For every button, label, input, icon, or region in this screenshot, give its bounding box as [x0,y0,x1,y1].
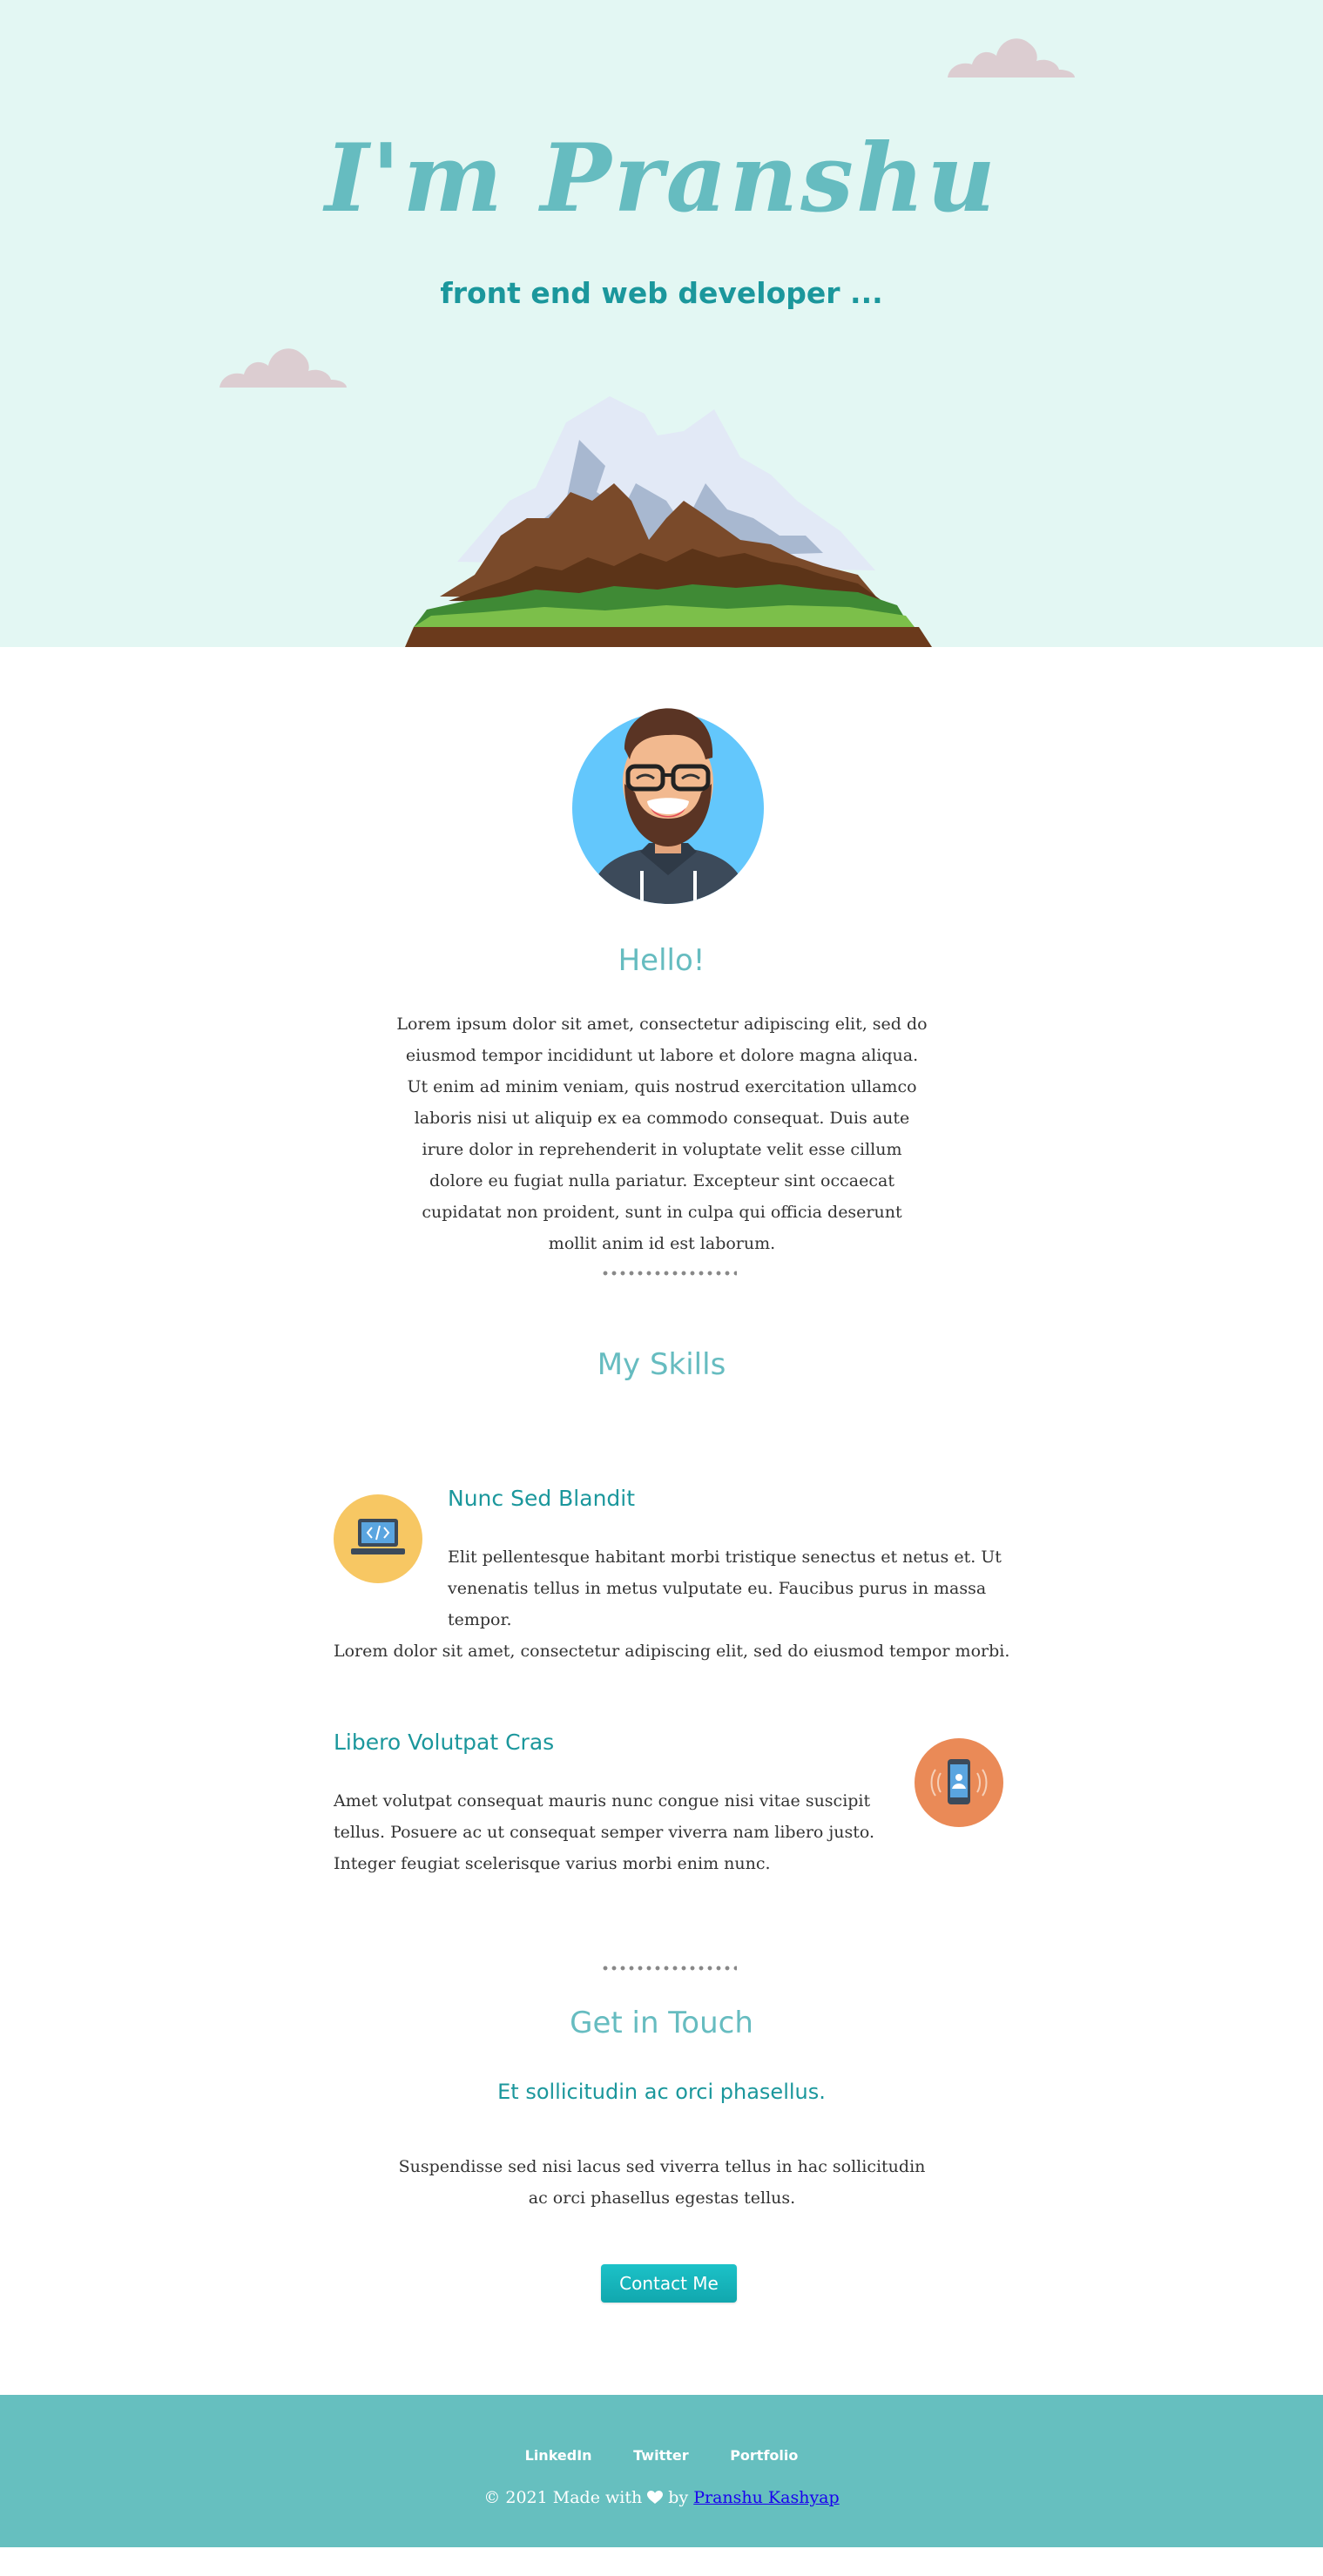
contact-text: Suspendisse sed nisi lacus sed viverra t… [398,2157,926,2208]
mountain-illustration [405,396,932,647]
avatar [572,708,764,904]
skill-title: Nunc Sed Blandit [448,1486,636,1511]
footer-link-twitter[interactable]: Twitter [633,2447,688,2464]
footer: LinkedIn Twitter Portfolio © 2021 Made w… [0,2395,1323,2547]
divider [601,1966,737,1971]
footer-link-portfolio[interactable]: Portfolio [730,2447,798,2464]
copyright-prefix: © 2021 Made with [483,2488,643,2507]
contact-heading: Get in Touch [570,2006,753,2040]
footer-links: LinkedIn Twitter Portfolio [0,2447,1323,2464]
smartphone-icon [915,1738,1003,1827]
cloud-left [219,348,347,388]
hero-title: I'm Pranshu [325,124,998,233]
heart-icon [647,2491,664,2504]
cloud-top-right [948,38,1075,78]
skill-text-line: venenatis tellus in metus vulputate eu. … [448,1579,987,1629]
about-heading: Hello! [618,943,705,978]
author-link[interactable]: Pranshu Kashyap [693,2488,839,2507]
hero-subtitle: front end web developer ... [440,276,883,310]
hero-section: I'm Pranshu front end web developer ... [0,0,1323,647]
contact-me-button[interactable]: Contact Me [601,2264,737,2303]
skill-text: Amet volutpat consequat mauris nunc cong… [334,1791,875,1873]
skills-heading: My Skills [597,1347,726,1382]
contact-subheading: Et sollicitudin ac orci phasellus. [497,2080,826,2104]
skill-text-line: Lorem dolor sit amet, consectetur adipis… [334,1642,1010,1661]
divider [601,1271,737,1276]
copyright-by: by [668,2488,689,2507]
copyright: © 2021 Made with by Pranshu Kashyap [0,2488,1323,2507]
skill-text-line: Elit pellentesque habitant morbi tristiq… [448,1548,1002,1567]
about-text: Lorem ipsum dolor sit amet, consectetur … [396,1015,928,1253]
footer-link-linkedin[interactable]: LinkedIn [525,2447,592,2464]
skill-title: Libero Volutpat Cras [334,1730,555,1755]
skill-text: Elit pellentesque habitant morbi tristiq… [334,1541,1013,1667]
